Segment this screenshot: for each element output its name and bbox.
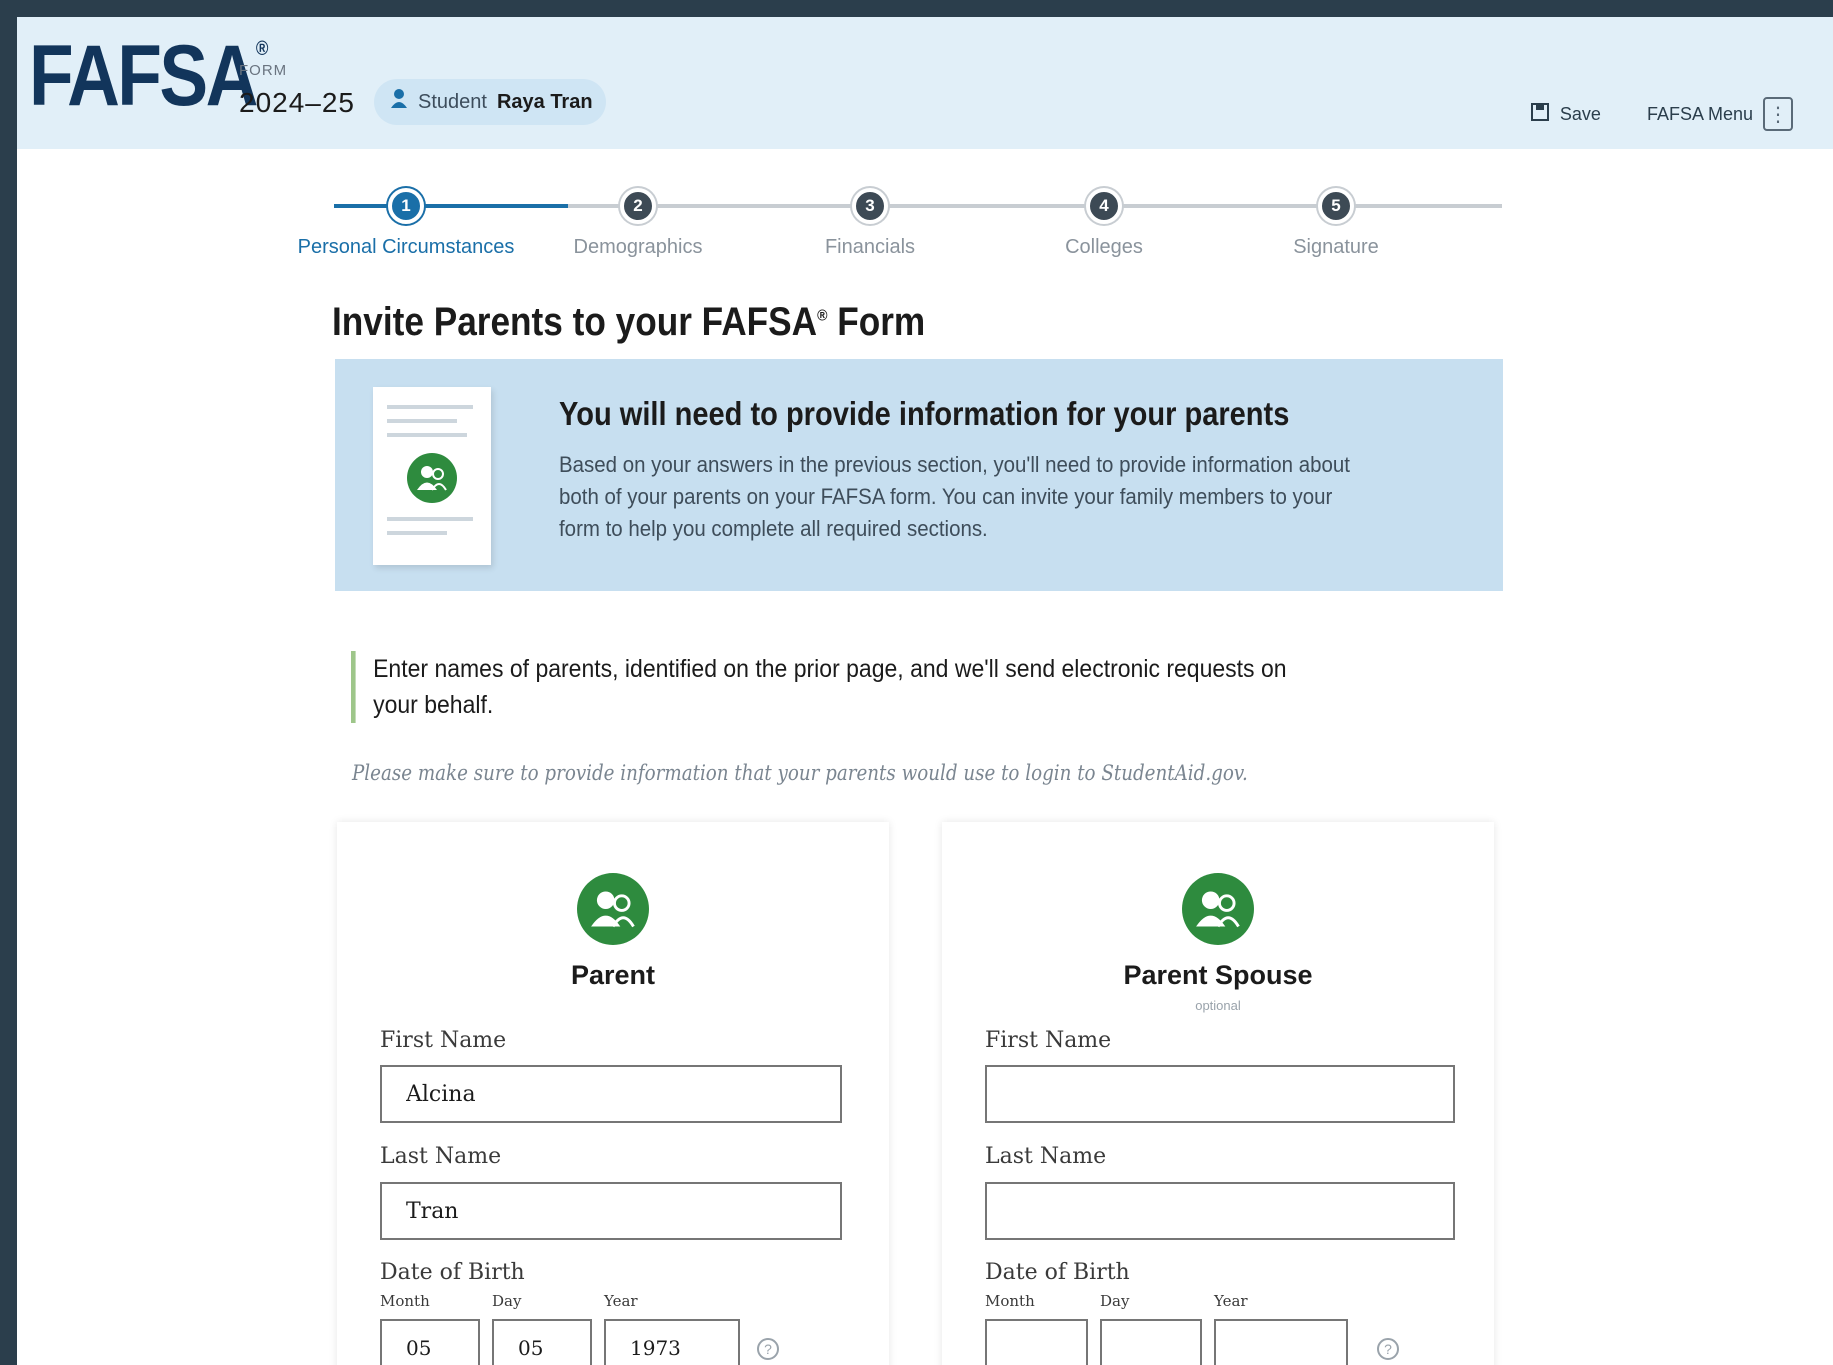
step-financials[interactable]: 3 Financials: [750, 185, 990, 259]
menu-label: FAFSA Menu: [1646, 103, 1753, 124]
day-label: Day: [1100, 1292, 1130, 1310]
month-label: Month: [380, 1292, 430, 1310]
step-number: 5: [1318, 188, 1354, 224]
help-icon[interactable]: ?: [1377, 1338, 1399, 1360]
logo-registered-mark: ®: [255, 38, 268, 60]
first-name-label: First Name: [380, 1028, 507, 1053]
spouse-dob-day-input[interactable]: [1100, 1319, 1202, 1365]
date-of-birth-label: Date of Birth: [380, 1260, 525, 1285]
info-title: You will need to provide information for…: [559, 395, 1290, 432]
parents-icon: [407, 453, 457, 503]
info-banner: You will need to provide information for…: [335, 359, 1503, 591]
form-label: FORM: [239, 62, 288, 79]
save-icon: [1530, 102, 1550, 127]
last-name-label: Last Name: [380, 1144, 502, 1169]
step-signature[interactable]: 5 Signature: [1216, 185, 1456, 259]
spouse-dob-year-input[interactable]: [1214, 1319, 1348, 1365]
optional-label: optional: [1195, 998, 1241, 1013]
step-number: 3: [852, 188, 888, 224]
form-year: 2024–25: [239, 87, 356, 118]
step-label: Colleges: [1065, 236, 1143, 258]
parent-spouse-icon: [1182, 873, 1254, 945]
date-of-birth-label: Date of Birth: [985, 1260, 1130, 1285]
save-button[interactable]: Save: [1530, 102, 1601, 127]
step-personal-circumstances[interactable]: 1 Personal Circumstances: [286, 185, 526, 259]
header-bar: FAFSA® FORM 2024–25 Student Raya Tran Sa…: [17, 17, 1833, 149]
parent-card-title: Parent: [570, 960, 656, 990]
parent-spouse-card-title: Parent Spouse: [1123, 960, 1313, 990]
spouse-first-name-input[interactable]: [985, 1065, 1455, 1123]
parent-dob-year-input[interactable]: [604, 1319, 740, 1365]
step-label: Signature: [1293, 236, 1379, 258]
step-colleges[interactable]: 4 Colleges: [984, 185, 1224, 259]
parent-card: Parent First Name Last Name Date of Birt…: [337, 822, 889, 1365]
student-name: Raya Tran: [496, 90, 593, 113]
day-label: Day: [492, 1292, 522, 1310]
year-label: Year: [604, 1292, 638, 1310]
month-label: Month: [985, 1292, 1035, 1310]
last-name-label: Last Name: [985, 1144, 1107, 1169]
step-label: Financials: [824, 236, 916, 258]
parent-spouse-card: Parent Spouse optional First Name Last N…: [942, 822, 1494, 1365]
student-badge: Student Raya Tran: [374, 79, 606, 125]
app-frame: FAFSA® FORM 2024–25 Student Raya Tran Sa…: [17, 17, 1833, 1365]
parent-icon: [577, 873, 649, 945]
step-number: 1: [388, 188, 424, 224]
info-body: Based on your answers in the previous se…: [559, 452, 1350, 541]
login-note: Please make sure to provide information …: [352, 761, 1248, 785]
student-icon: [390, 88, 408, 116]
spouse-dob-month-input[interactable]: [985, 1319, 1088, 1365]
help-icon[interactable]: ?: [757, 1338, 779, 1360]
step-number: 2: [620, 188, 656, 224]
step-label: Personal Circumstances: [297, 236, 515, 258]
step-demographics[interactable]: 2 Demographics: [518, 185, 758, 259]
first-name-label: First Name: [985, 1028, 1112, 1053]
parent-dob-day-input[interactable]: [492, 1319, 592, 1365]
parent-first-name-input[interactable]: [380, 1065, 842, 1123]
parent-last-name-input[interactable]: [380, 1182, 842, 1240]
document-illustration-icon: [373, 387, 491, 565]
progress-stepper: 1 Personal Circumstances 2 Demographics …: [298, 185, 1502, 265]
parent-dob-month-input[interactable]: [380, 1319, 480, 1365]
year-label: Year: [1214, 1292, 1248, 1310]
page-title: Invite Parents to your FAFSA® Form: [332, 300, 925, 345]
step-label: Demographics: [573, 236, 703, 258]
fafsa-menu-button[interactable]: FAFSA Menu ⋮: [1647, 97, 1793, 131]
instruction-text: Enter names of parents, identified on th…: [351, 651, 1308, 723]
save-label: Save: [1559, 103, 1601, 124]
step-number: 4: [1086, 188, 1122, 224]
student-prefix: Student: [418, 90, 487, 113]
page-title-registered-mark: ®: [817, 307, 828, 325]
header-actions: Save FAFSA Menu ⋮: [1530, 97, 1793, 131]
fafsa-logo[interactable]: FAFSA®: [29, 33, 268, 119]
logo-text: FAFSA: [29, 28, 258, 124]
page-title-suffix: Form: [827, 300, 926, 344]
kebab-menu-icon: ⋮: [1763, 97, 1793, 131]
page-title-text: Invite Parents to your FAFSA: [332, 300, 818, 344]
spouse-last-name-input[interactable]: [985, 1182, 1455, 1240]
